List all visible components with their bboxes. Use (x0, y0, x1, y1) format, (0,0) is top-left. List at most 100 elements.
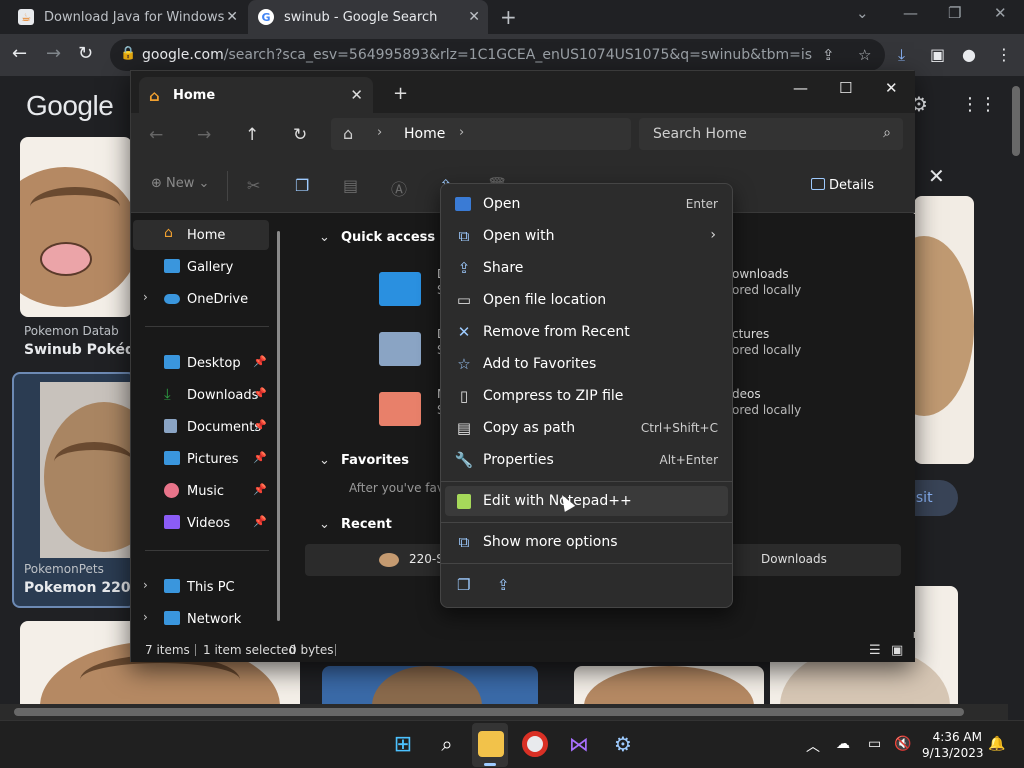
folder-desktop-icon[interactable] (379, 272, 421, 306)
page-vertical-scrollbar[interactable] (1008, 76, 1024, 704)
close-tab-icon[interactable]: ✕ (350, 86, 363, 104)
tiles-view-icon[interactable]: ▣ (891, 643, 903, 658)
url-text[interactable]: google.com/search?sca_esv=564995893&rlz=… (142, 47, 812, 63)
menu-item-edit-notepadpp[interactable]: Edit with Notepad++ (445, 486, 728, 516)
volume-muted-icon[interactable]: 🔇 (894, 736, 911, 752)
new-button[interactable]: ⊕ New ⌄ (151, 176, 209, 191)
new-tab-button[interactable]: + (500, 5, 517, 29)
omnibox[interactable]: 🔒 google.com/search?sca_esv=564995893&rl… (110, 39, 885, 71)
search-icon[interactable]: ⌕ (434, 731, 460, 757)
result-image-5[interactable] (574, 666, 764, 704)
back-arrow-icon[interactable]: ← (149, 125, 163, 145)
result-source[interactable]: Pokemon Datab (24, 324, 119, 338)
maximize-icon[interactable]: ☐ (839, 79, 852, 97)
profile-icon[interactable]: ● (962, 45, 976, 64)
close-tab-icon[interactable]: ✕ (226, 9, 238, 25)
section-recent[interactable]: ⌄ Recent (319, 517, 392, 532)
scroll-thumb[interactable] (14, 708, 964, 716)
folder-music-icon[interactable] (379, 392, 421, 426)
bookmark-star-icon[interactable]: ☆ (858, 46, 871, 64)
network-tray-icon[interactable]: ▭ (868, 736, 881, 752)
system-clock[interactable]: 4:36 AM 9/13/2023 (922, 729, 984, 761)
breadcrumb-home[interactable]: Home (404, 126, 445, 142)
restore-icon[interactable]: ❐ (948, 4, 961, 22)
start-windows-icon[interactable]: ⊞ (390, 731, 416, 757)
menu-item-copy-as-path[interactable]: ▤ Copy as path Ctrl+Shift+C (445, 413, 728, 443)
page-horizontal-scrollbar[interactable] (0, 704, 1008, 720)
visual-studio-icon[interactable]: ⋈ (566, 731, 592, 757)
settings-gear-icon[interactable]: ⚙ (610, 731, 636, 757)
menu-item-add-to-favorites[interactable]: ☆ Add to Favorites (445, 349, 728, 379)
copy-icon[interactable]: ❐ (457, 576, 470, 594)
section-quick-access[interactable]: ⌄ Quick access (319, 230, 435, 245)
menu-item-open-with[interactable]: ⧉ Open with › (445, 221, 728, 251)
nav-item-music[interactable]: Music 📌 (133, 476, 269, 506)
nav-item-this-pc[interactable]: › This PC (133, 572, 269, 602)
scroll-thumb[interactable] (1012, 86, 1020, 156)
menu-item-remove-from-recent[interactable]: ✕ Remove from Recent (445, 317, 728, 347)
folder-name[interactable]: ownloads (732, 267, 789, 281)
explorer-tab-home[interactable]: ⌂ Home ✕ (139, 77, 373, 113)
breadcrumb[interactable]: ⌂ › Home › (331, 118, 631, 150)
menu-item-compress-zip[interactable]: ▯ Compress to ZIP file (445, 381, 728, 411)
folder-name[interactable]: ctures (732, 327, 769, 341)
back-arrow-icon[interactable]: ← (12, 43, 27, 64)
minimize-icon[interactable]: — (793, 79, 808, 97)
section-favorites[interactable]: ⌄ Favorites (319, 453, 409, 468)
result-source[interactable]: PokemonPets (24, 562, 104, 576)
chrome-tab-java[interactable]: ☕ Download Java for Windows ✕ (8, 0, 246, 34)
menu-item-show-more-options[interactable]: ⧉ Show more options (445, 527, 728, 557)
chrome-icon[interactable] (522, 731, 548, 757)
nav-item-documents[interactable]: Documents 📌 (133, 412, 269, 442)
share-icon[interactable]: ⇪ (497, 576, 510, 594)
nav-item-videos[interactable]: Videos 📌 (133, 508, 269, 538)
chevron-right-icon[interactable]: › (143, 578, 148, 592)
refresh-icon[interactable]: ↻ (293, 125, 307, 145)
forward-arrow-icon[interactable]: → (197, 125, 211, 145)
close-window-icon[interactable]: ✕ (994, 4, 1007, 22)
forward-arrow-icon[interactable]: → (46, 43, 61, 64)
folder-name[interactable]: deos (732, 387, 761, 401)
reload-icon[interactable]: ↻ (78, 43, 93, 64)
chevron-right-icon[interactable]: › (143, 290, 148, 304)
search-field[interactable]: Search Home ⌕ (639, 118, 903, 150)
folder-documents-icon[interactable] (379, 332, 421, 366)
nav-item-gallery[interactable]: Gallery (133, 252, 269, 282)
result-image-1[interactable] (20, 137, 132, 317)
onedrive-tray-icon[interactable]: ☁ (836, 736, 850, 752)
share-page-icon[interactable]: ⇪ (822, 46, 835, 64)
result-title[interactable]: Pokemon 220 Sw (24, 580, 134, 596)
close-preview-icon[interactable]: ✕ (928, 164, 945, 188)
paste-icon[interactable]: ▤ (343, 176, 358, 195)
chrome-tab-google[interactable]: G swinub - Google Search ✕ (248, 0, 488, 34)
copy-icon[interactable]: ❐ (295, 176, 309, 195)
result-image-2-selected[interactable]: PokemonPets Pokemon 220 Sw (12, 372, 136, 608)
details-button[interactable]: Details (829, 178, 874, 193)
result-image-4[interactable] (322, 666, 538, 704)
menu-item-share[interactable]: ⇪ Share (445, 253, 728, 283)
nav-item-pictures[interactable]: Pictures 📌 (133, 444, 269, 474)
chevron-right-icon[interactable]: › (459, 125, 464, 140)
nav-item-network[interactable]: › Network (133, 604, 269, 634)
menu-item-properties[interactable]: 🔧 Properties Alt+Enter (445, 445, 728, 475)
downloads-icon[interactable]: ⤓ (898, 45, 905, 65)
nav-item-onedrive[interactable]: › OneDrive (133, 284, 269, 314)
new-tab-button[interactable]: + (393, 83, 408, 104)
tab-search-chevron-icon[interactable]: ⌄ (856, 4, 869, 22)
menu-kebab-icon[interactable]: ⋮ (996, 45, 1012, 64)
lock-icon[interactable]: 🔒 (120, 46, 136, 61)
details-view-icon[interactable]: ☰ (869, 643, 881, 658)
nav-pane-scrollbar[interactable] (277, 231, 280, 621)
chevron-right-icon[interactable]: › (143, 610, 148, 624)
menu-item-open-file-location[interactable]: ▭ Open file location (445, 285, 728, 315)
up-arrow-icon[interactable]: ↑ (245, 125, 259, 145)
preview-image[interactable] (914, 196, 974, 464)
cut-icon[interactable]: ✂ (247, 176, 260, 195)
file-explorer-icon[interactable] (478, 731, 504, 757)
close-tab-icon[interactable]: ✕ (468, 9, 480, 25)
minimize-icon[interactable]: — (903, 4, 918, 22)
menu-item-open[interactable]: Open Enter (445, 189, 728, 219)
rename-icon[interactable]: Ⓐ (391, 176, 407, 200)
google-logo[interactable]: Google (26, 90, 114, 122)
close-window-icon[interactable]: ✕ (885, 79, 898, 97)
